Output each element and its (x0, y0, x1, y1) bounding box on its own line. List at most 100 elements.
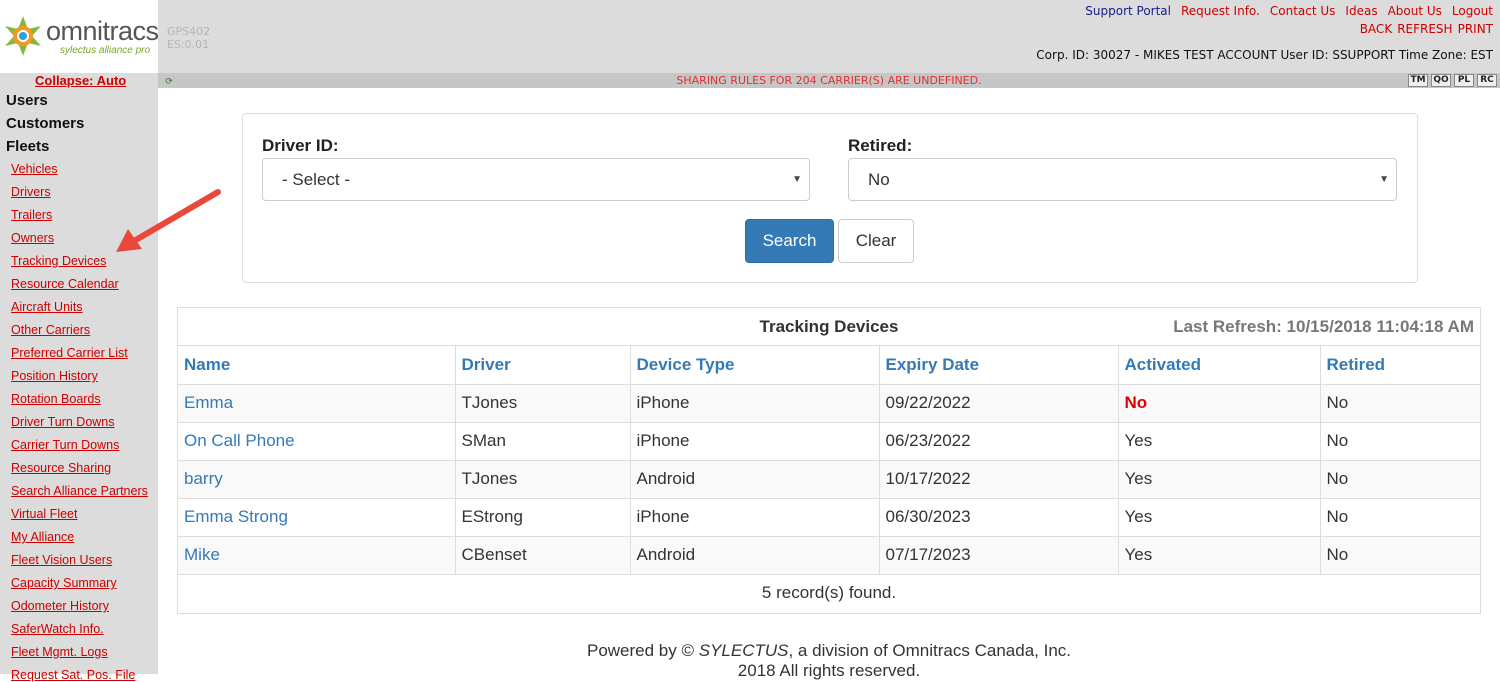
table-row: Mike CBenset Android 07/17/2023 Yes No (178, 535, 1480, 575)
device-name-link[interactable]: On Call Phone (184, 431, 295, 450)
sidebar-item-resource-calendar[interactable]: Resource Calendar (11, 277, 119, 291)
driver-id-select[interactable]: - Select - ▼ (262, 158, 810, 201)
header: omnitracs sylectus alliance pro GPS402 E… (0, 0, 1500, 73)
table-row: barry TJones Android 10/17/2022 Yes No (178, 459, 1480, 499)
column-header-activated[interactable]: Activated (1117, 346, 1321, 385)
footer-prefix: Powered by © (586, 641, 699, 660)
retired-value: No (868, 170, 890, 189)
expiry-date-cell: 07/17/2023 (878, 535, 1119, 575)
version-line: ES:0.01 (167, 38, 210, 51)
driver-cell: TJones (454, 459, 631, 499)
omnitracs-logo-icon (5, 16, 41, 56)
device-type-cell: Android (629, 535, 880, 575)
device-type-cell: iPhone (629, 497, 880, 537)
sidebar-item-fleet-mgmt-logs[interactable]: Fleet Mgmt. Logs (11, 645, 108, 659)
sidebar-section-users[interactable]: Users (6, 92, 48, 109)
back-link[interactable]: BACK (1360, 22, 1392, 36)
sidebar-item-vehicles[interactable]: Vehicles (11, 162, 58, 176)
sidebar-item-tracking-devices[interactable]: Tracking Devices (11, 254, 106, 268)
version-line: GPS402 (167, 25, 211, 38)
tm-button[interactable]: TM (1408, 74, 1428, 87)
print-link[interactable]: PRINT (1458, 22, 1493, 36)
retired-label: Retired: (848, 136, 913, 155)
table-row: Emma Strong EStrong iPhone 06/30/2023 Ye… (178, 497, 1480, 537)
sidebar-item-my-alliance[interactable]: My Alliance (11, 530, 74, 544)
name-cell: Emma Strong (178, 497, 456, 537)
logo-tagline: sylectus alliance pro (60, 45, 151, 56)
request-info-link[interactable]: Request Info. (1181, 4, 1260, 18)
expiry-date-cell: 10/17/2022 (878, 459, 1119, 499)
sidebar-item-owners[interactable]: Owners (11, 231, 54, 245)
expiry-date-cell: 06/30/2023 (878, 497, 1119, 537)
sidebar-item-other-carriers[interactable]: Other Carriers (11, 323, 90, 337)
driver-cell: TJones (454, 383, 631, 423)
sidebar-item-trailers[interactable]: Trailers (11, 208, 52, 222)
activated-cell: No (1117, 383, 1321, 423)
name-cell: Mike (178, 535, 456, 575)
sidebar-item-rotation-boards[interactable]: Rotation Boards (11, 392, 101, 406)
dropdown-caret-icon: ▼ (1379, 174, 1389, 185)
rc-button[interactable]: RC (1477, 74, 1497, 87)
logout-link[interactable]: Logout (1452, 4, 1493, 18)
sharing-rules-warning[interactable]: SHARING RULES FOR 204 CARRIER(S) ARE UND… (158, 74, 1500, 87)
retired-select[interactable]: No ▼ (848, 158, 1397, 201)
activated-cell: Yes (1117, 421, 1321, 461)
contact-us-link[interactable]: Contact Us (1270, 4, 1336, 18)
ideas-link[interactable]: Ideas (1345, 4, 1377, 18)
column-header-driver[interactable]: Driver (454, 346, 631, 385)
driver-cell: EStrong (454, 497, 631, 537)
support-portal-link[interactable]: Support Portal (1085, 4, 1171, 18)
driver-id-value: - Select - (282, 170, 351, 189)
activated-cell: Yes (1117, 535, 1321, 575)
sidebar-item-carrier-turn-downs[interactable]: Carrier Turn Downs (11, 438, 119, 452)
device-name-link[interactable]: Emma Strong (184, 507, 288, 526)
collapse-toggle[interactable]: Collapse: Auto (35, 73, 126, 88)
retired-cell: No (1319, 535, 1480, 575)
footer-suffix: , a division of Omnitracs Canada, Inc. (788, 641, 1072, 660)
sidebar-item-fleet-vision-users[interactable]: Fleet Vision Users (11, 553, 112, 567)
column-header-device-type[interactable]: Device Type (629, 346, 880, 385)
name-cell: barry (178, 459, 456, 499)
sidebar-item-driver-turn-downs[interactable]: Driver Turn Downs (11, 415, 115, 429)
last-refresh: Last Refresh: 10/15/2018 11:04:18 AM (1173, 317, 1474, 336)
column-header-retired[interactable]: Retired (1319, 346, 1480, 385)
pl-button[interactable]: PL (1454, 74, 1474, 87)
sidebar-item-request-sat-pos-file[interactable]: Request Sat. Pos. File (11, 668, 135, 682)
logo-brand-text: omnitracs (46, 16, 159, 46)
clear-button[interactable]: Clear (838, 219, 914, 263)
sidebar-item-saferwatch-info[interactable]: SaferWatch Info. (11, 622, 104, 636)
sidebar-section-fleets[interactable]: Fleets (6, 138, 49, 155)
device-name-link[interactable]: Emma (184, 393, 233, 412)
retired-cell: No (1319, 383, 1480, 423)
omnitracs-logo[interactable]: omnitracs sylectus alliance pro (0, 0, 159, 73)
about-us-link[interactable]: About Us (1388, 4, 1442, 18)
version-info: GPS402 ES:0.01 (167, 25, 210, 51)
record-count: 5 record(s) found. (178, 573, 1480, 612)
sidebar-item-preferred-carrier-list[interactable]: Preferred Carrier List (11, 346, 128, 360)
footer-line-1: Powered by © SYLECTUS, a division of Omn… (158, 641, 1500, 661)
table-row: On Call Phone SMan iPhone 06/23/2022 Yes… (178, 421, 1480, 461)
qo-button[interactable]: QO (1431, 74, 1451, 87)
activated-cell: Yes (1117, 497, 1321, 537)
expiry-date-cell: 06/23/2022 (878, 421, 1119, 461)
sidebar: Collapse: Auto Users Customers Fleets Ve… (0, 73, 158, 682)
refresh-link[interactable]: REFRESH (1397, 22, 1452, 36)
device-name-link[interactable]: barry (184, 469, 223, 488)
search-button[interactable]: Search (745, 219, 834, 263)
column-header-expiry-date[interactable]: Expiry Date (878, 346, 1119, 385)
top-links: Support Portal Request Info. Contact Us Ide… (1075, 4, 1493, 36)
table-footer-row: 5 record(s) found. (178, 573, 1480, 612)
driver-cell: SMan (454, 421, 631, 461)
column-header-name[interactable]: Name (178, 346, 456, 385)
device-name-link[interactable]: Mike (184, 545, 220, 564)
sidebar-item-search-alliance-partners[interactable]: Search Alliance Partners (11, 484, 148, 498)
retired-cell: No (1319, 459, 1480, 499)
sidebar-item-capacity-summary[interactable]: Capacity Summary (11, 576, 117, 590)
sidebar-item-aircraft-units[interactable]: Aircraft Units (11, 300, 83, 314)
sidebar-item-position-history[interactable]: Position History (11, 369, 98, 383)
sidebar-item-odometer-history[interactable]: Odometer History (11, 599, 109, 613)
sidebar-item-drivers[interactable]: Drivers (11, 185, 51, 199)
sidebar-item-resource-sharing[interactable]: Resource Sharing (11, 461, 111, 475)
sidebar-section-customers[interactable]: Customers (6, 115, 84, 132)
sidebar-item-virtual-fleet[interactable]: Virtual Fleet (11, 507, 77, 521)
